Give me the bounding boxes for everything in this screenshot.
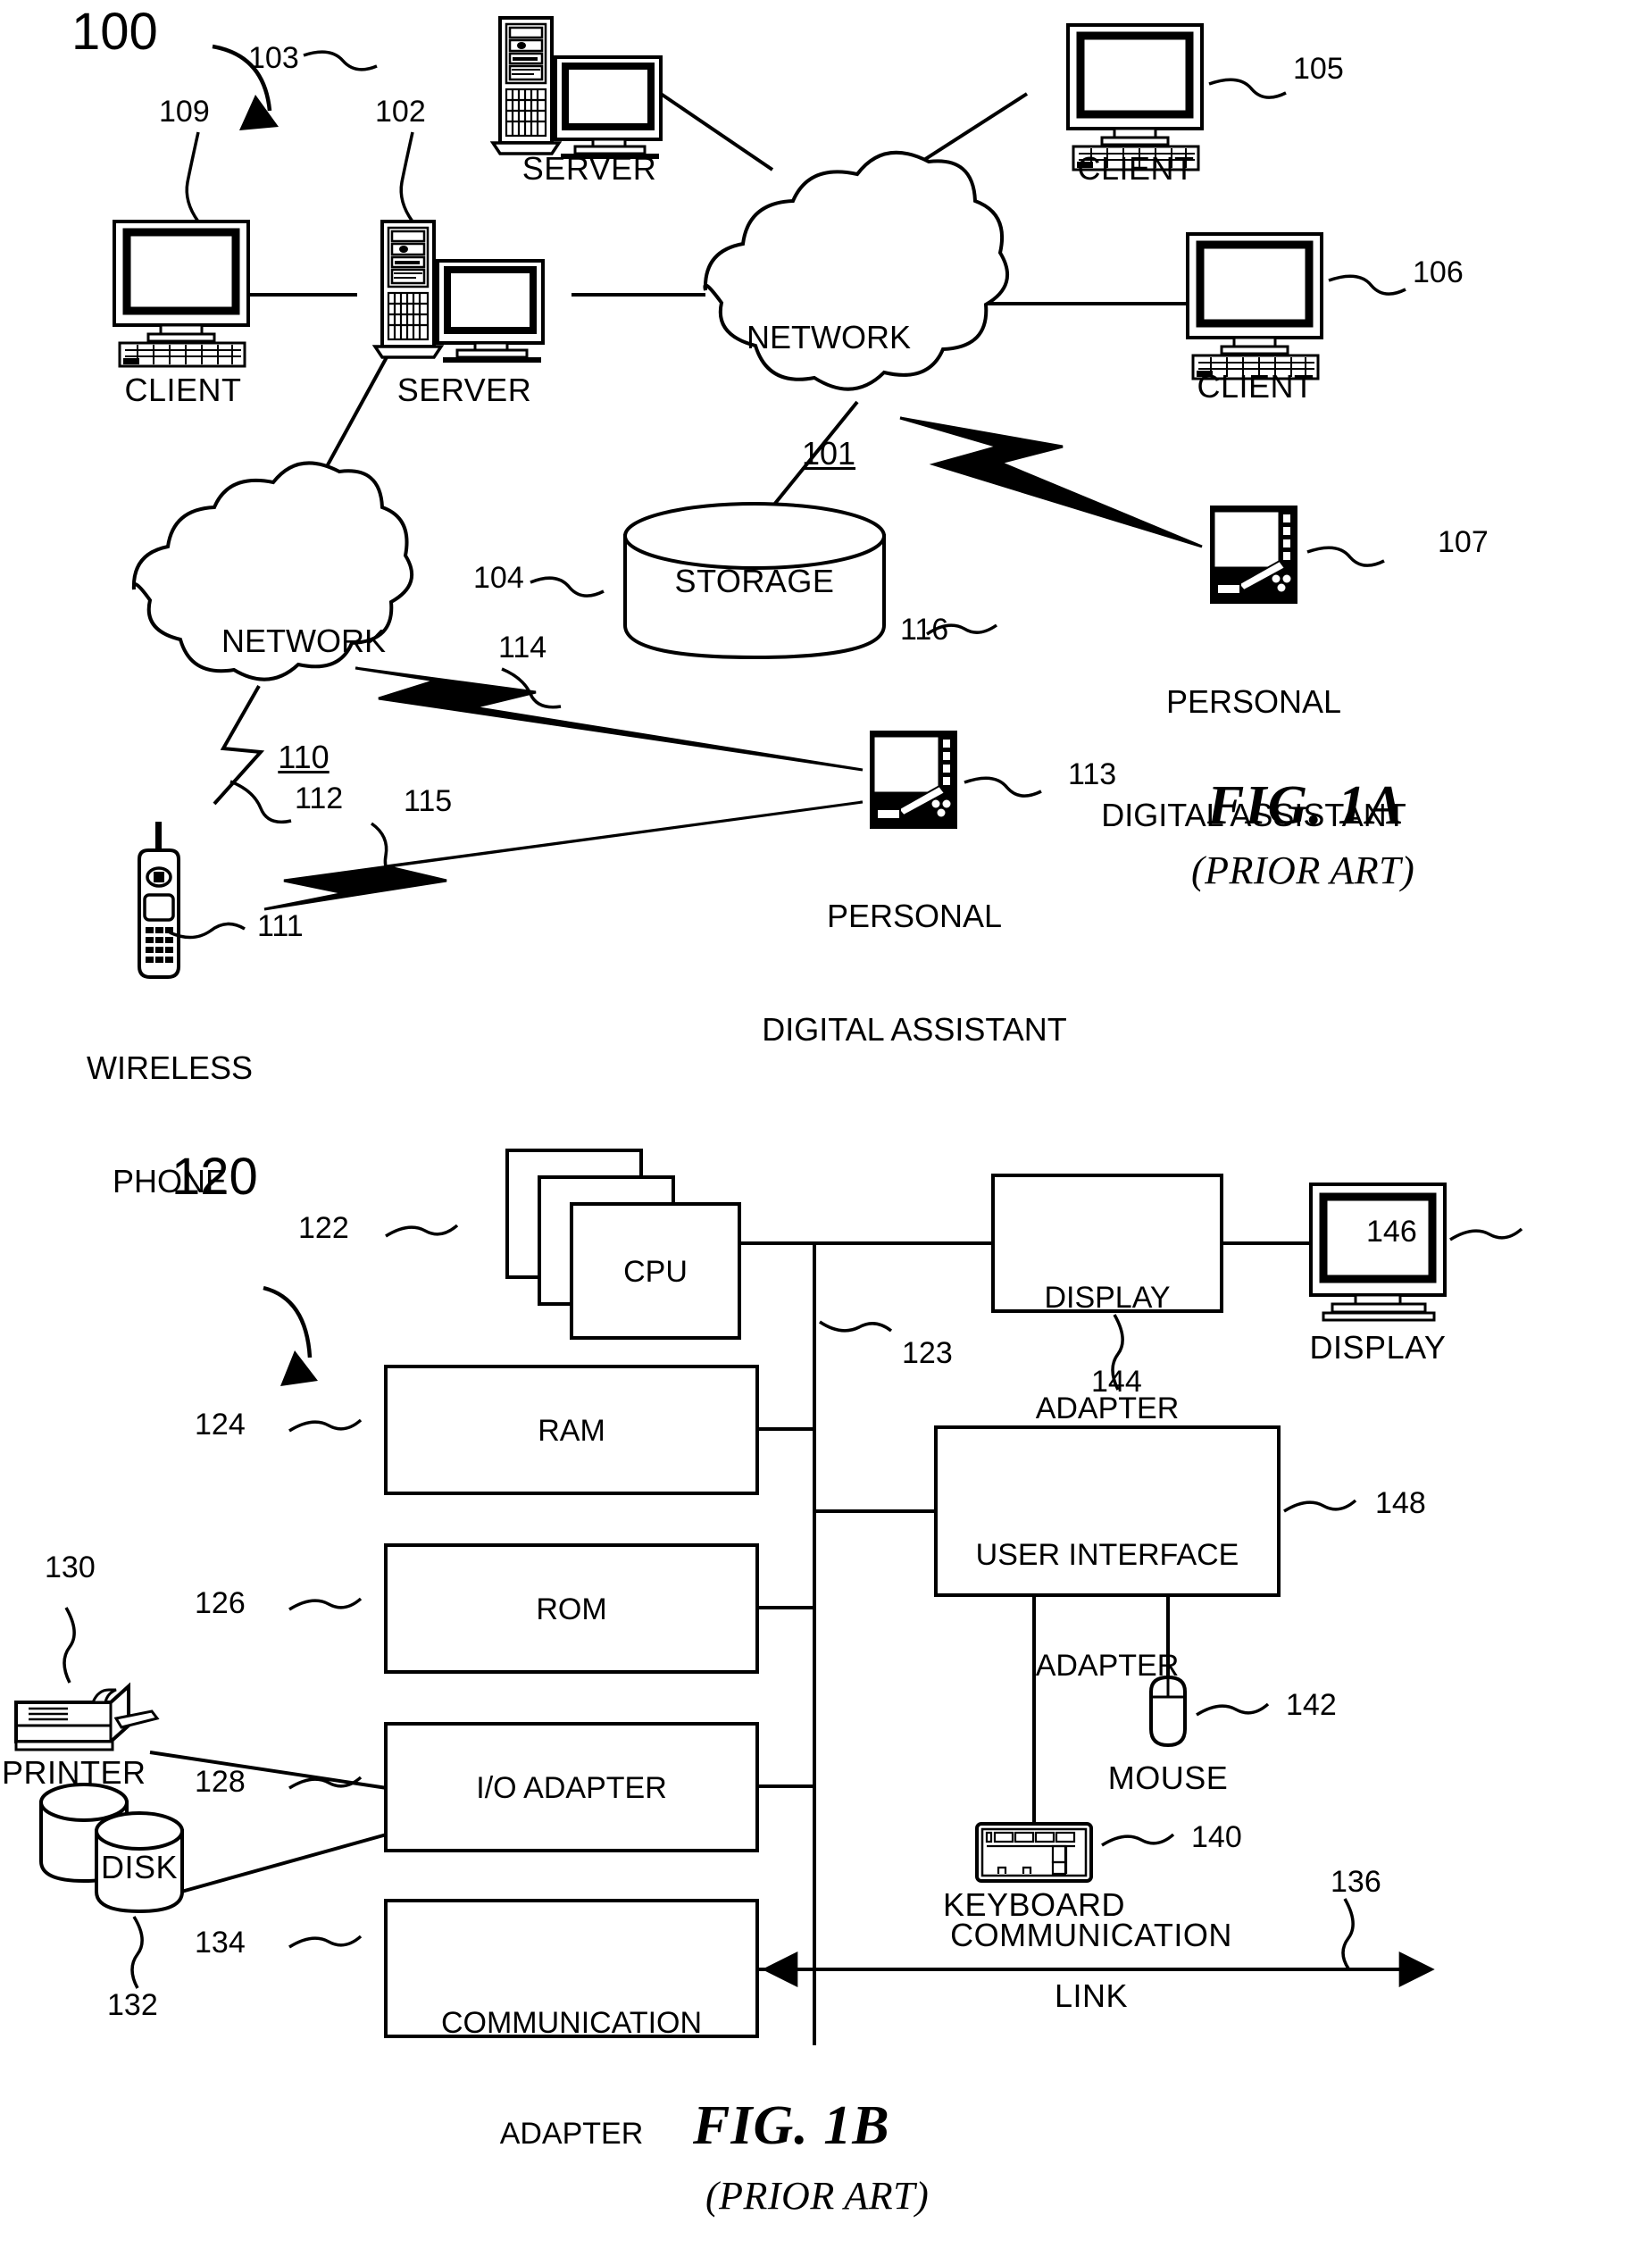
- wireless-phone-111: [138, 820, 180, 979]
- pda-107: [1208, 504, 1299, 606]
- label-display-146: DISPLAY: [1309, 1329, 1447, 1366]
- ref-104: 104: [473, 561, 524, 595]
- block-label-io-adapter: I/O ADAPTER: [476, 1771, 667, 1805]
- cloud-ref-101: 101: [801, 434, 856, 472]
- label-pda-107-line1: PERSONAL: [1165, 682, 1342, 720]
- figure-caption-1a: FIG. 1A: [1207, 775, 1405, 836]
- label-pda-113-line1: PERSONAL: [826, 897, 1003, 934]
- ref-148: 148: [1375, 1486, 1426, 1520]
- ref-105: 105: [1293, 52, 1344, 86]
- ref-123: 123: [902, 1336, 953, 1370]
- block-label-user-interface-adapter: USER INTERFACE ADAPTER: [976, 1463, 1239, 1759]
- figure-subcaption-1b: (PRIOR ART): [705, 2174, 930, 2218]
- label-communication-link-line1: COMMUNICATION: [950, 1917, 1232, 1953]
- ref-116: 116: [900, 613, 949, 647]
- ref-128: 128: [195, 1765, 246, 1799]
- ref-113: 113: [1068, 757, 1117, 791]
- block-label-rom: ROM: [536, 1592, 607, 1626]
- ref-124: 124: [195, 1408, 246, 1442]
- block-label-display-adapter: DISPLAY ADAPTER: [1036, 1206, 1180, 1502]
- cloud-label-network-101: NETWORK 101: [747, 241, 911, 550]
- ref-107: 107: [1438, 525, 1489, 559]
- ref-126: 126: [195, 1586, 246, 1620]
- ref-106: 106: [1413, 255, 1464, 289]
- ref-134: 134: [195, 1926, 246, 1960]
- ref-111: 111: [257, 909, 304, 943]
- block-label-display-adapter-line2: ADAPTER: [1035, 1392, 1180, 1426]
- label-server-103: SERVER: [521, 150, 657, 187]
- label-client-109: CLIENT: [124, 372, 242, 408]
- ref-115: 115: [404, 784, 453, 818]
- label-pda-113-line2: DIGITAL ASSISTANT: [762, 1011, 1067, 1049]
- label-wireless-phone-111: WIRELESS PHONE: [87, 974, 253, 1277]
- ref-112: 112: [295, 781, 344, 815]
- system-ref-120: 120: [171, 1148, 258, 1206]
- ref-102: 102: [375, 95, 426, 129]
- client-computer-105: [1068, 25, 1202, 170]
- label-server-102: SERVER: [396, 372, 532, 408]
- ref-146: 146: [1366, 1215, 1417, 1249]
- ref-114: 114: [498, 631, 547, 664]
- ref-122: 122: [298, 1211, 349, 1245]
- cloud-name-101: NETWORK: [747, 319, 911, 356]
- display-monitor-146: [1309, 1183, 1447, 1322]
- block-label-ram: RAM: [538, 1414, 605, 1448]
- ref-130: 130: [45, 1550, 96, 1584]
- server-tower-102: [375, 221, 543, 363]
- block-label-communication-adapter: COMMUNICATION ADAPTER: [441, 1931, 702, 2227]
- label-disk-132: DISK: [100, 1849, 179, 1885]
- patent-figure-page: 100 109 CLIENT 102 SERVER 103 SERVER 105…: [0, 0, 1652, 2265]
- cloud-ref-110: 110: [278, 738, 330, 775]
- block-label-user-interface-adapter-line2: ADAPTER: [1035, 1649, 1180, 1684]
- ref-109: 109: [159, 95, 210, 129]
- figure-caption-1b: FIG. 1B: [693, 2095, 890, 2156]
- label-printer-130: PRINTER: [2, 1754, 146, 1791]
- printer-130: [14, 1684, 159, 1751]
- label-client-106: CLIENT: [1197, 368, 1314, 405]
- ref-140: 140: [1191, 1820, 1242, 1854]
- pda-113: [868, 729, 959, 831]
- label-client-105: CLIENT: [1077, 150, 1195, 187]
- label-wireless-phone-111-line1: WIRELESS: [86, 1049, 254, 1086]
- label-communication-link-line2: LINK: [1054, 1977, 1129, 2014]
- cloud-name-110: NETWORK: [221, 623, 386, 660]
- figure-subcaption-1a: (PRIOR ART): [1191, 848, 1415, 892]
- block-label-communication-adapter-line2: ADAPTER: [499, 2117, 644, 2152]
- label-storage-104: STORAGE: [674, 563, 835, 599]
- wireless-link-114: [355, 666, 864, 772]
- block-label-user-interface-adapter-line1: USER INTERFACE: [975, 1537, 1239, 1572]
- client-computer-106: [1188, 234, 1322, 379]
- disk-132: [39, 1783, 184, 1914]
- block-label-cpu: CPU: [623, 1255, 688, 1289]
- ref-132: 132: [107, 1988, 158, 2022]
- keyboard-140: [975, 1822, 1093, 1883]
- server-tower-103: [493, 18, 661, 159]
- wireless-link-116: [899, 416, 1203, 548]
- ref-142: 142: [1286, 1688, 1337, 1722]
- ref-103: 103: [248, 41, 299, 75]
- ref-136: 136: [1331, 1865, 1381, 1899]
- label-pda-113: PERSONAL DIGITAL ASSISTANT: [762, 822, 1066, 1125]
- label-mouse-142: MOUSE: [1107, 1759, 1229, 1796]
- client-computer-109: [114, 221, 248, 366]
- system-ref-100: 100: [71, 3, 158, 61]
- block-label-communication-adapter-line1: COMMUNICATION: [440, 2005, 703, 2040]
- block-label-display-adapter-line1: DISPLAY: [1044, 1280, 1171, 1315]
